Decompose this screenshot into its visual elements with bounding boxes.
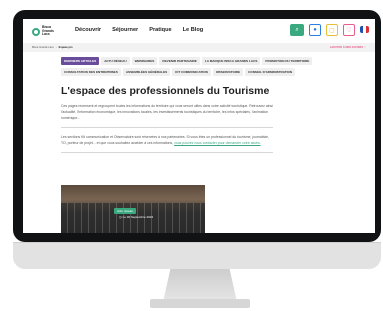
calendar-icon: ◷ (119, 215, 122, 219)
breadcrumb-current: Espace pro (58, 46, 73, 49)
tag-observatoire[interactable]: OBSERVATOIRE (212, 68, 244, 76)
monitor-chin (13, 242, 381, 269)
access-paragraph: Les sections Kit communication et Observ… (61, 135, 269, 145)
breadcrumb-separator: › (55, 46, 57, 49)
intro-paragraph: Ces pages recensent et regroupent toutes… (61, 104, 273, 120)
nav-link-sejourner[interactable]: Séjourner (112, 27, 138, 33)
browser-screen: Bisca Grands Lacs Découvrir Séjourner Pr… (23, 19, 375, 233)
logo-icon (32, 27, 40, 36)
category-tags: DERNIERS ARTICLES ACTU RÉSEAU WEBINAIRES… (61, 57, 361, 76)
tag-marque[interactable]: LA MARQUE BISCA GRANDS LACS (201, 57, 261, 65)
article-card[interactable]: Actu réseau ◷ Le 30 Septembre 2022 (61, 185, 205, 233)
nav-link-blog[interactable]: Le Blog (183, 27, 204, 33)
tag-promotion-territoire[interactable]: PROMOTION DU TERRITOIRE (262, 57, 313, 65)
breadcrumb: Bisca Grands Lacs › Espace pro AJOUTER À… (23, 43, 375, 52)
add-favorites-link[interactable]: AJOUTER À MES FAVORIS ♡ (330, 46, 366, 49)
tag-actu-reseau[interactable]: ACTU RÉSEAU (101, 57, 130, 65)
monitor-base (150, 299, 250, 308)
tag-kit-communication[interactable]: KIT COMMUNICATION (172, 68, 211, 76)
flag-icon[interactable] (360, 26, 369, 33)
site-header: Bisca Grands Lacs Découvrir Séjourner Pr… (23, 19, 375, 43)
contact-access-link[interactable]: vous pouvez nous contacter pour demander… (174, 141, 261, 145)
search-icon[interactable]: ⌕ (290, 24, 304, 36)
monitor-frame: Bisca Grands Lacs Découvrir Séjourner Pr… (13, 10, 381, 242)
card-category-badge: Actu réseau (114, 208, 137, 214)
site-logo[interactable]: Bisca Grands Lacs (32, 23, 56, 40)
page-title: L'espace des professionnels du Tourisme (61, 85, 270, 97)
tag-consultation-entreprises[interactable]: CONSULTATION DES ENTREPRISES (61, 68, 121, 76)
monitor-stand (163, 269, 237, 302)
logo-text: Bisca Grands Lacs (42, 25, 54, 37)
bag-icon[interactable]: ▢ (326, 24, 338, 36)
divider (61, 127, 273, 128)
user-icon[interactable]: ● (309, 24, 321, 36)
tag-conseil-administration[interactable]: CONSEIL D'ADMINISTRATION (245, 68, 296, 76)
nav-link-pratique[interactable]: Pratique (149, 27, 171, 33)
divider (61, 152, 273, 153)
tag-assemblees-generales[interactable]: ASSEMBLÉES GÉNÉRALES (122, 68, 171, 76)
main-content: L'espace des professionnels du Tourisme … (61, 85, 273, 159)
main-nav: Découvrir Séjourner Pratique Le Blog (75, 27, 203, 33)
tag-devenir-partenaire[interactable]: DEVENIR PARTENAIRE (159, 57, 200, 65)
heart-icon[interactable]: ♡ (343, 24, 355, 36)
nav-link-decouvrir[interactable]: Découvrir (75, 27, 101, 33)
card-date: ◷ Le 30 Septembre 2022 (119, 215, 154, 219)
header-actions: ⌕ ● ▢ ♡ (290, 24, 369, 36)
tag-webinaires[interactable]: WEBINAIRES (131, 57, 158, 65)
tag-derniers-articles[interactable]: DERNIERS ARTICLES (61, 57, 100, 65)
breadcrumb-home[interactable]: Bisca Grands Lacs (32, 46, 54, 49)
